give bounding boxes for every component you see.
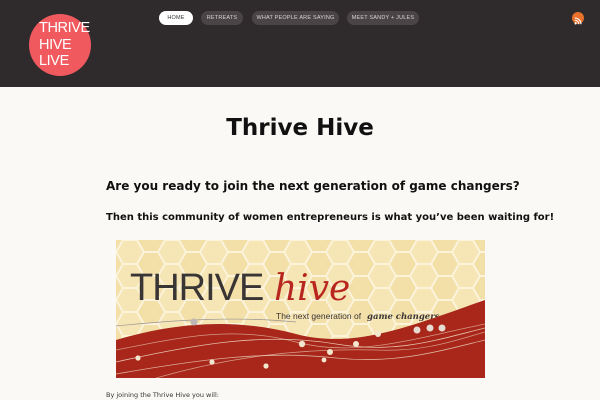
nav-meet-sandy-jules[interactable]: MEET SANDY + JULES <box>347 11 419 25</box>
thrive-hive-banner: THRIVE hive The next generation of game … <box>116 240 485 378</box>
banner-tagline: The next generation of <box>276 311 362 321</box>
page-title: Thrive Hive <box>226 115 374 141</box>
sub-heading: Then this community of women entrepreneu… <box>106 212 555 223</box>
intro-text: By joining the Thrive Hive you will: <box>106 391 219 399</box>
main-nav: HOME RETREATS WHAT PEOPLE ARE SAYING MEE… <box>0 11 600 25</box>
logo-line-3: LIVE <box>39 53 69 69</box>
nav-what-people-are-saying[interactable]: WHAT PEOPLE ARE SAYING <box>252 11 339 25</box>
site-header: THRIVE HIVE LIVE HOME RETREATS WHAT PEOP… <box>0 0 600 87</box>
nav-home[interactable]: HOME <box>159 11 193 25</box>
rss-icon[interactable] <box>572 12 584 25</box>
banner-brand-hive: hive <box>274 268 350 309</box>
banner-brand-thrive: THRIVE <box>130 267 263 309</box>
nav-retreats[interactable]: RETREATS <box>201 11 243 25</box>
logo-line-2: HIVE <box>39 36 72 53</box>
main-heading: Are you ready to join the next generatio… <box>106 179 520 193</box>
